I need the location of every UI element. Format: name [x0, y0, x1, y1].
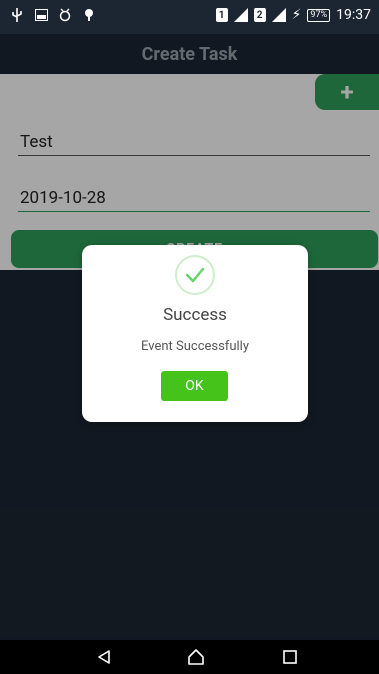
sim1-icon: 1 [215, 8, 228, 22]
usb-icon [10, 8, 24, 22]
dialog-message: Event Successfully [141, 339, 249, 354]
back-icon[interactable] [95, 648, 113, 666]
dialog-title: Success [163, 305, 227, 325]
recents-icon[interactable] [281, 648, 299, 666]
navigation-bar [0, 640, 379, 674]
clock: 19:37 [336, 7, 371, 23]
alarm-icon [58, 8, 72, 22]
success-dialog: Success Event Successfully OK [82, 245, 308, 422]
home-icon[interactable] [187, 648, 205, 666]
battery-icon: 97% [307, 8, 331, 22]
sim2-icon: 2 [253, 8, 266, 22]
notification-icon [82, 8, 96, 22]
charging-icon: ⚡ [291, 7, 302, 23]
success-check-icon [175, 255, 215, 295]
ok-button[interactable]: OK [161, 371, 228, 401]
ok-label: OK [185, 378, 204, 394]
signal-icon [271, 8, 286, 22]
signal-icon [233, 8, 248, 22]
image-icon [34, 8, 48, 22]
status-bar: 1 2 ⚡ 97% 19:37 [0, 0, 379, 34]
